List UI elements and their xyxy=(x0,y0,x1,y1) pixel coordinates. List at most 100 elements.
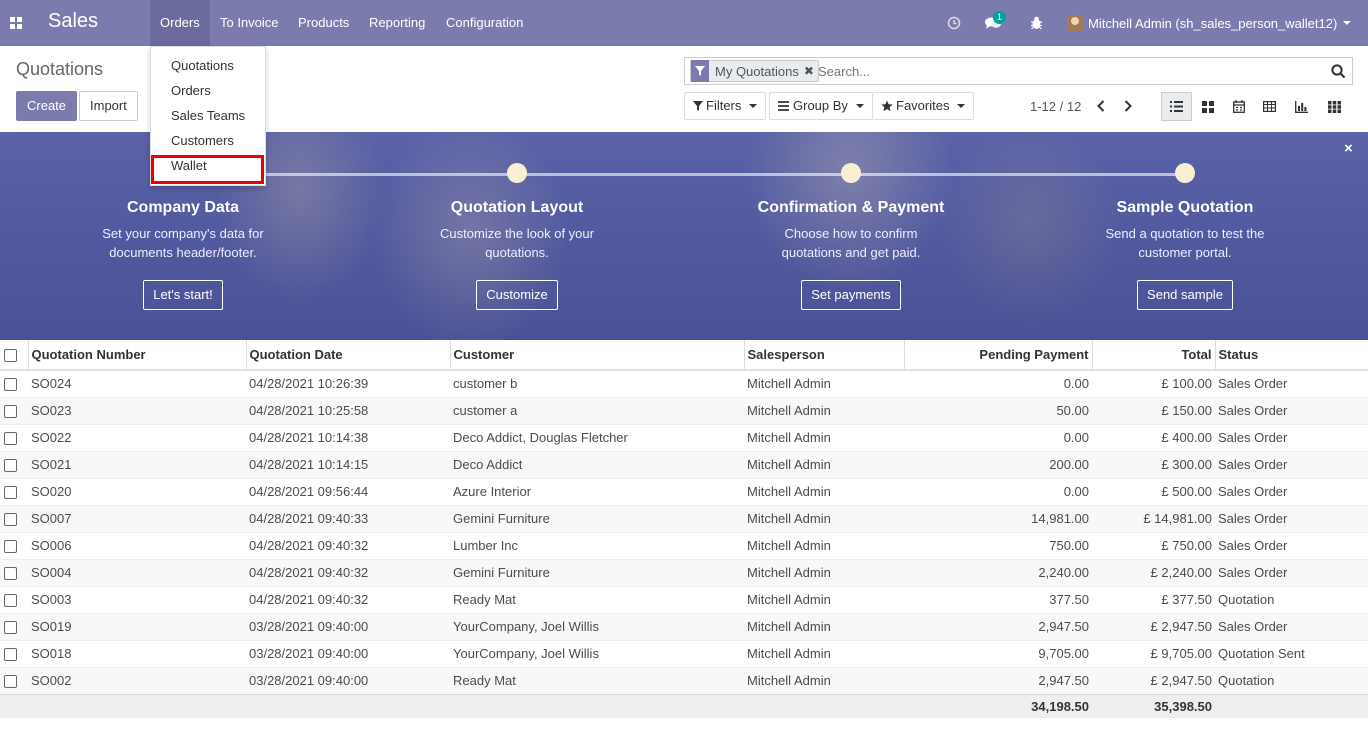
step-confirmation-payment: Confirmation & Payment Choose how to con… xyxy=(726,199,976,310)
cell-customer: YourCompany, Joel Willis xyxy=(450,612,744,640)
table-row[interactable]: SO004 04/28/2021 09:40:32 Gemini Furniture… xyxy=(0,558,1368,586)
cell-customer: customer b xyxy=(450,369,744,397)
calendar-view-icon[interactable] xyxy=(1223,92,1254,121)
cell-salesperson: Mitchell Admin xyxy=(744,450,904,478)
kanban-view-icon[interactable] xyxy=(1192,92,1223,121)
row-checkbox[interactable] xyxy=(0,666,28,694)
send-sample-button[interactable]: Send sample xyxy=(1137,280,1233,310)
column-header[interactable]: Customer xyxy=(450,340,745,371)
menu-products[interactable]: Products xyxy=(288,0,359,46)
table-row[interactable]: SO024 04/28/2021 10:26:39 customer b Mitche… xyxy=(0,369,1368,397)
column-header[interactable]: Quotation Date xyxy=(246,340,451,371)
table-row[interactable]: SO007 04/28/2021 09:40:33 Gemini Furniture… xyxy=(0,504,1368,532)
cell-salesperson: Mitchell Admin xyxy=(744,504,904,532)
cell-quotation-date: 03/28/2021 09:40:00 xyxy=(246,612,450,640)
dropdown-item-customers[interactable]: Customers xyxy=(171,133,234,148)
cell-salesperson: Mitchell Admin xyxy=(744,396,904,424)
menu-reporting[interactable]: Reporting xyxy=(359,0,435,46)
lets-start-button[interactable]: Let's start! xyxy=(143,280,223,310)
row-checkbox[interactable] xyxy=(0,612,28,640)
column-header[interactable]: Status xyxy=(1215,340,1368,371)
cell-status: Sales Order xyxy=(1215,369,1368,397)
row-checkbox[interactable] xyxy=(0,450,28,478)
search-facet: My Quotations ✖ xyxy=(690,60,819,82)
cell-customer: YourCompany, Joel Willis xyxy=(450,639,744,667)
close-icon[interactable]: × xyxy=(1344,140,1353,157)
cell-customer: Deco Addict xyxy=(450,450,744,478)
menu-to-invoice[interactable]: To Invoice xyxy=(210,0,289,46)
cell-salesperson: Mitchell Admin xyxy=(744,369,904,397)
row-checkbox[interactable] xyxy=(0,504,28,532)
table-row[interactable]: SO023 04/28/2021 10:25:58 customer a Mitche… xyxy=(0,396,1368,424)
cell-pending-payment: 0.00 xyxy=(904,477,1092,505)
messages-icon[interactable]: 1 xyxy=(978,0,1008,46)
user-menu[interactable]: Mitchell Admin (sh_sales_person_wallet12… xyxy=(1067,0,1352,46)
menu-configuration[interactable]: Configuration xyxy=(436,0,533,46)
cell-quotation-number: SO007 xyxy=(28,504,246,532)
column-header[interactable]: Total xyxy=(1092,340,1216,371)
cell-quotation-date: 04/28/2021 10:14:15 xyxy=(246,450,450,478)
column-header[interactable]: Quotation Number xyxy=(28,340,247,371)
pager-value[interactable]: 1-12 / 12 xyxy=(1030,99,1081,114)
table-row[interactable]: SO022 04/28/2021 10:14:38 Deco Addict, Dou… xyxy=(0,423,1368,451)
app-brand[interactable]: Sales xyxy=(48,10,98,33)
pager-previous-icon[interactable] xyxy=(1093,97,1109,115)
search-bar: My Quotations ✖ xyxy=(684,57,1353,85)
cell-total: £ 500.00 xyxy=(1092,477,1215,505)
select-all-checkbox[interactable] xyxy=(0,340,29,371)
favorites-button[interactable]: Favorites xyxy=(872,92,975,120)
create-button[interactable]: Create xyxy=(16,91,78,121)
row-checkbox[interactable] xyxy=(0,369,28,397)
dropdown-item-quotations[interactable]: Quotations xyxy=(171,58,234,73)
dropdown-item-sales-teams[interactable]: Sales Teams xyxy=(171,108,245,123)
cell-total: £ 14,981.00 xyxy=(1092,504,1215,532)
debug-bug-icon[interactable] xyxy=(1026,0,1046,46)
table-row[interactable]: SO002 03/28/2021 09:40:00 Ready Mat Mitchel… xyxy=(0,666,1368,694)
search-icon[interactable] xyxy=(1331,64,1346,82)
total-amount: 35,398.50 xyxy=(1092,693,1215,718)
graph-view-icon[interactable] xyxy=(1286,92,1317,121)
menu-orders[interactable]: Orders xyxy=(150,0,210,46)
table-row[interactable]: SO021 04/28/2021 10:14:15 Deco Addict Mitch… xyxy=(0,450,1368,478)
pivot-view-icon[interactable] xyxy=(1254,92,1285,121)
chevron-down-icon xyxy=(749,104,758,108)
dropdown-item-orders[interactable]: Orders xyxy=(171,83,211,98)
row-checkbox[interactable] xyxy=(0,531,28,559)
cell-customer: Azure Interior xyxy=(450,477,744,505)
import-button[interactable]: Import xyxy=(79,91,138,121)
cell-quotation-date: 04/28/2021 09:40:32 xyxy=(246,558,450,586)
customize-button[interactable]: Customize xyxy=(476,280,558,310)
cell-total: £ 300.00 xyxy=(1092,450,1215,478)
pager-next-icon[interactable] xyxy=(1120,97,1136,115)
search-input[interactable] xyxy=(818,62,1318,80)
grid-view-icon[interactable] xyxy=(1319,92,1350,121)
cell-pending-payment: 0.00 xyxy=(904,423,1092,451)
messages-badge: 1 xyxy=(993,11,1007,24)
set-payments-button[interactable]: Set payments xyxy=(801,280,901,310)
row-checkbox[interactable] xyxy=(0,396,28,424)
table-row[interactable]: SO020 04/28/2021 09:56:44 Azure Interior Mi… xyxy=(0,477,1368,505)
table-row[interactable]: SO019 03/28/2021 09:40:00 YourCompany, Joe… xyxy=(0,612,1368,640)
step-title: Confirmation & Payment xyxy=(757,199,945,216)
table-row[interactable]: SO018 03/28/2021 09:40:00 YourCompany, Joe… xyxy=(0,639,1368,667)
quotations-table: Quotation Number Quotation Date Customer… xyxy=(0,340,1368,718)
row-checkbox[interactable] xyxy=(0,639,28,667)
list-view-icon[interactable] xyxy=(1161,92,1192,121)
column-header[interactable]: Pending Payment xyxy=(904,340,1093,371)
row-checkbox[interactable] xyxy=(0,585,28,613)
activity-clock-icon[interactable] xyxy=(944,0,964,46)
cell-quotation-number: SO020 xyxy=(28,477,246,505)
row-checkbox[interactable] xyxy=(0,423,28,451)
row-checkbox[interactable] xyxy=(0,477,28,505)
row-checkbox[interactable] xyxy=(0,558,28,586)
table-row[interactable]: SO003 04/28/2021 09:40:32 Ready Mat Mitchel… xyxy=(0,585,1368,613)
step-description: Choose how to confirm quotations and get… xyxy=(781,226,921,260)
cell-status: Sales Order xyxy=(1215,558,1368,586)
apps-menu-icon[interactable] xyxy=(0,0,32,46)
filters-button[interactable]: Filters xyxy=(684,92,767,120)
facet-remove-icon[interactable]: ✖ xyxy=(802,64,818,78)
avatar xyxy=(1067,15,1083,31)
column-header[interactable]: Salesperson xyxy=(744,340,905,371)
group-by-button[interactable]: Group By xyxy=(769,92,873,120)
table-row[interactable]: SO006 04/28/2021 09:40:32 Lumber Inc Mitche… xyxy=(0,531,1368,559)
